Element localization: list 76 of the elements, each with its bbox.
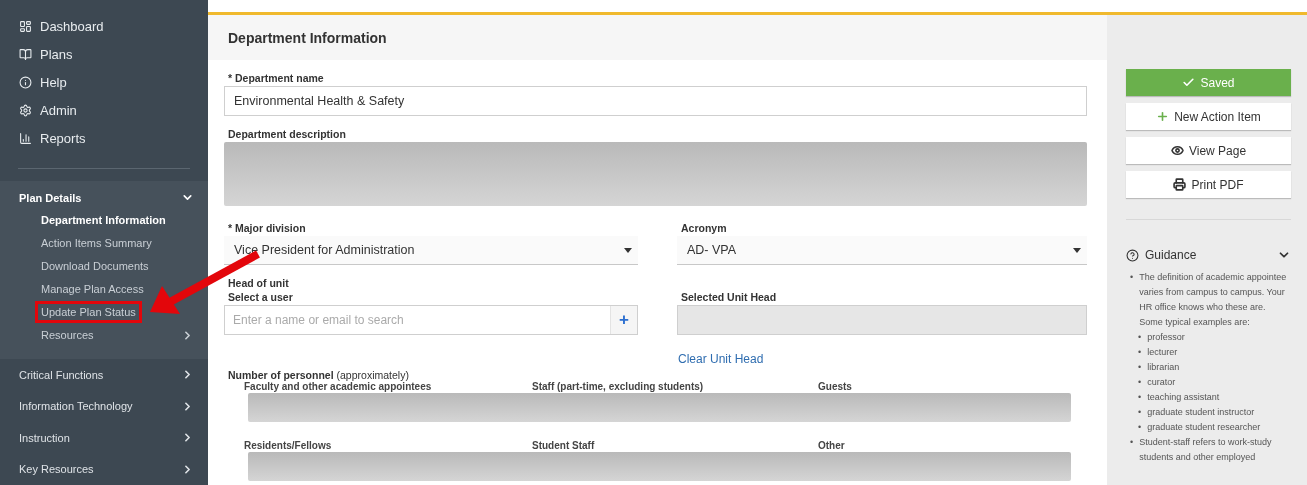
action-button[interactable]: View Page [1126,137,1291,164]
caret-icon [624,247,632,253]
guidance-text: lecturer [1147,346,1178,359]
section-label: Number of personnel (approximately) [228,369,409,381]
guidance-text: Student-staff refers to work-study students and other employed [1139,436,1273,464]
nav-item[interactable]: Dashboard [0,12,208,40]
field-label: Head of unit [228,277,290,289]
bullet-marker: • [1138,376,1142,389]
field-label: Guests [818,381,853,392]
sidebar-item[interactable]: Department Information [0,208,208,232]
item-label: Department Information [40,213,167,229]
help-icon [1126,248,1139,262]
field-label: Select a user [228,291,294,303]
guidance-text: librarian [1147,361,1180,374]
highlighted-item-label: Update Plan Status [35,301,142,324]
nav-icon [19,75,32,89]
field-label: Acronym [681,222,728,234]
field-label: Student Staff [532,440,596,451]
action-icon [1182,76,1196,89]
input-field[interactable]: Environmental Health & Safety [224,86,1087,116]
bullet-marker: • [1138,421,1142,434]
nav-item[interactable]: Help [0,68,208,96]
guidance-text: teaching assistant [1147,391,1220,404]
field-label: * Department name [228,72,325,84]
action-button[interactable]: New Action Item [1126,103,1291,130]
item-label: Action Items Summary [40,236,153,252]
field-label: Other [818,440,846,451]
search-field[interactable]: Enter a name or email to search + [224,305,638,335]
nav-icon [19,47,32,61]
bullet-marker: • [1138,361,1142,374]
item-label: Download Documents [40,259,150,275]
guidance-toggle[interactable]: Guidance [1126,248,1291,262]
action-icon [1173,178,1187,191]
bullet-marker: • [1130,271,1134,284]
field-label: Selected Unit Head [681,291,778,303]
bullet-marker: • [1130,436,1134,449]
guidance-text: graduate student researcher [1147,421,1261,434]
select-field[interactable]: AD- VPA [677,236,1087,265]
sidebar-item[interactable]: Download Documents [0,254,208,278]
item-label: Resources [40,328,95,344]
sidebar-section[interactable]: Instruction [0,421,208,454]
field-label: Staff (part-time, excluding students) [532,381,705,392]
guidance-text: curator [1147,376,1176,389]
nav-item[interactable]: Plans [0,40,208,68]
action-icon [1156,110,1170,123]
bullet-marker: • [1138,406,1142,419]
nav-item[interactable]: Admin [0,96,208,124]
sidebar-item[interactable]: Manage Plan Access [0,277,208,301]
sidebar-section[interactable]: Information Technology [0,390,208,422]
guidance-text: graduate student instructor [1147,406,1255,419]
field-label: Faculty and other academic appointees [244,381,433,392]
page-title: Department Information [228,29,387,46]
action-button[interactable]: Print PDF [1126,171,1291,198]
nav-icon [19,103,32,117]
sidebar-item[interactable]: Action Items Summary [0,231,208,255]
sidebar-section[interactable]: Key Resources [0,453,208,485]
item-label: Manage Plan Access [40,282,145,298]
field-label: Residents/Fellows [244,440,333,451]
bullet-marker: • [1138,391,1142,404]
sidebar-section[interactable]: Critical Functions [0,358,208,391]
caret-icon [1073,247,1081,253]
clear-link[interactable]: Clear Unit Head [678,352,764,366]
guidance-text: professor [1147,331,1185,344]
bullet-marker: • [1138,331,1142,344]
nav-icon [19,19,32,33]
sidebar-item[interactable]: Update Plan Status [0,300,208,324]
sidebar-item[interactable]: Resources [0,323,208,347]
nav-item[interactable]: Reports [0,124,208,152]
nav-icon [19,131,32,145]
field-label: Department description [228,128,347,140]
bullet-marker: • [1138,346,1142,359]
guidance-text: The definition of academic appointee varies from campus to campus. Your HR office knows who these are. Some typical examples are: [1139,271,1288,329]
field-label: * Major division [228,222,307,234]
add-button[interactable]: + [610,306,637,334]
action-icon [1170,144,1184,157]
sidebar-section[interactable]: Plan Details [0,186,208,209]
